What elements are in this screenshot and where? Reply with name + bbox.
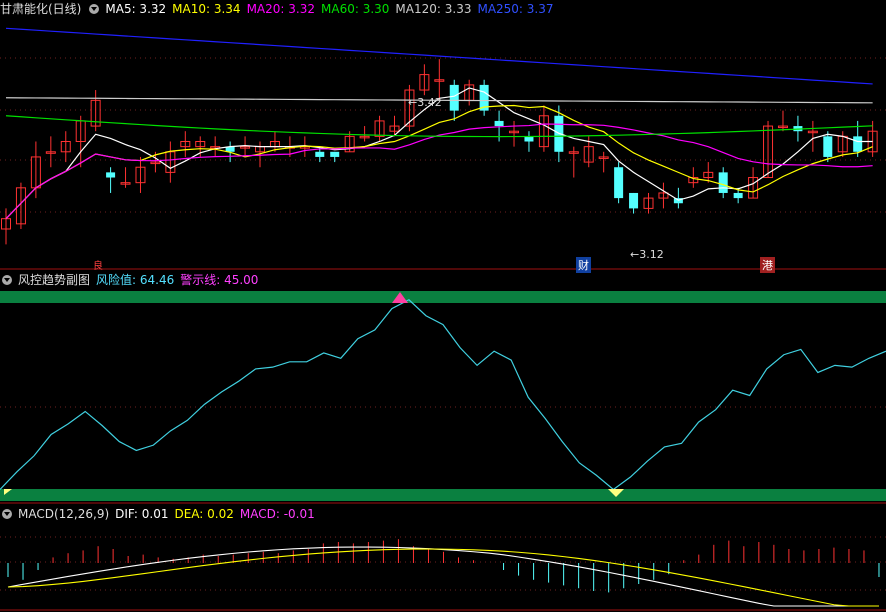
candle-body (315, 151, 325, 157)
candle-body (853, 136, 863, 152)
candle-body (823, 136, 833, 157)
dif-value: DIF: 0.01 (115, 507, 169, 521)
risk-lower-band (0, 489, 886, 501)
ma60-line (5, 115, 873, 138)
high-price-label: ←3.42 (408, 96, 442, 109)
candle-body (494, 120, 504, 127)
candle-body (718, 172, 728, 193)
candle-body (330, 151, 340, 157)
ma10-line (5, 104, 873, 220)
risk-title[interactable]: 风控趋势副图 (18, 273, 90, 287)
macd-value: MACD: -0.01 (239, 507, 315, 521)
candle-body (524, 136, 534, 142)
dea-value: DEA: 0.02 (174, 507, 234, 521)
macd-title[interactable]: MACD(12,26,9) (18, 507, 109, 521)
event-mark-left[interactable]: 良 (93, 257, 103, 272)
risk-header: 风控趋势副图 风险值: 64.46 警示线: 45.00 (0, 271, 264, 289)
dropdown-icon[interactable] (2, 275, 12, 285)
risk-value: 风险值: 64.46 (96, 273, 175, 287)
warn-line-value: 警示线: 45.00 (180, 273, 259, 287)
candle-body (449, 84, 459, 111)
candle-body (629, 192, 639, 209)
candle-body (106, 172, 116, 178)
candle-body (614, 167, 624, 199)
risk-upper-band (0, 291, 886, 303)
macd-header: MACD(12,26,9) DIF: 0.01 DEA: 0.02 MACD: -0.… (0, 505, 321, 523)
event-mark-gang[interactable]: 港 (760, 257, 775, 273)
candle-body (733, 192, 743, 199)
dropdown-icon[interactable] (2, 509, 12, 519)
risk-line (0, 299, 886, 491)
low-price-label: ←3.12 (630, 248, 664, 261)
event-mark-cai[interactable]: 财 (576, 257, 591, 273)
